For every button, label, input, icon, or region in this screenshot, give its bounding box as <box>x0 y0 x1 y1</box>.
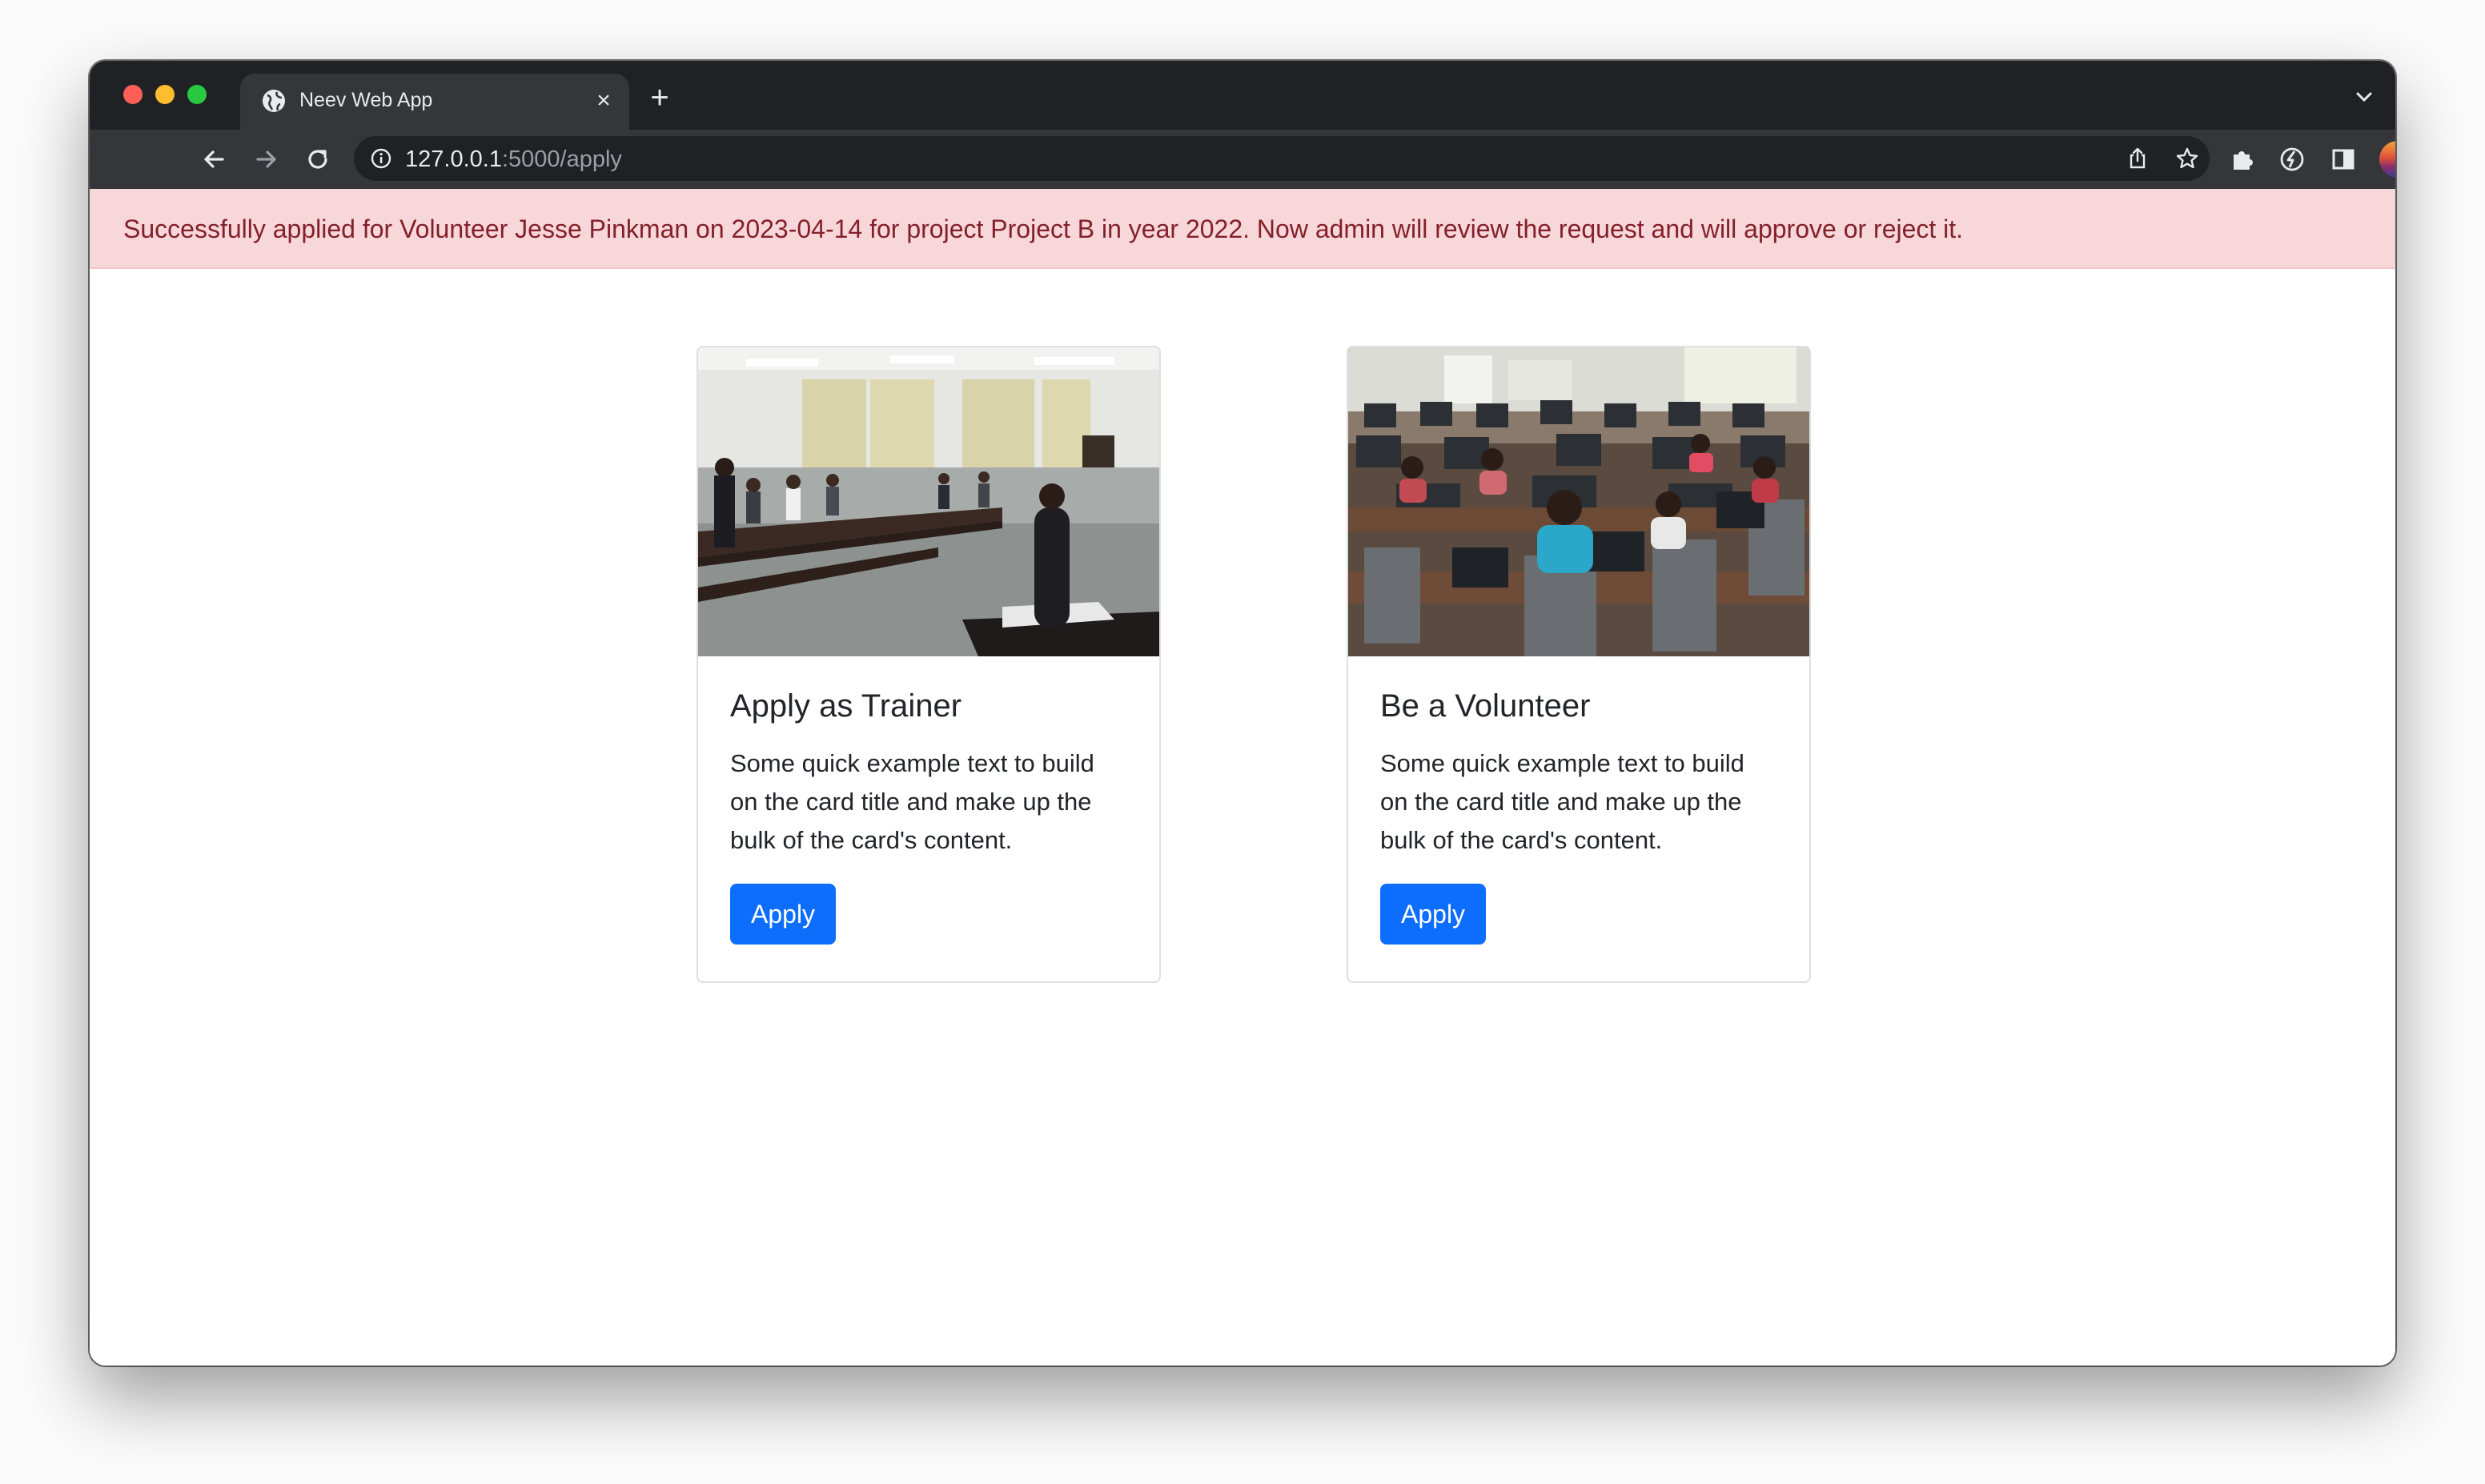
star-icon[interactable] <box>2174 146 2200 171</box>
trainer-card-title: Apply as Trainer <box>730 688 962 724</box>
info-icon[interactable] <box>370 147 392 170</box>
success-alert: Successfully applied for Volunteer Jesse… <box>90 189 2395 269</box>
puzzle-icon[interactable] <box>2227 144 2258 174</box>
volunteer-card: Be a Volunteer Some quick example text t… <box>1347 346 1811 983</box>
trainer-card-text: Some quick example text to build on the … <box>730 749 1094 854</box>
volunteer-card-image <box>1348 347 1809 656</box>
minimize-window-button[interactable] <box>155 85 175 104</box>
trainer-card-body: Apply as Trainer Some quick example text… <box>730 671 1127 945</box>
close-window-button[interactable] <box>123 85 143 104</box>
apply-volunteer-button[interactable]: Apply <box>1380 884 1487 945</box>
tab-neev-web-app[interactable]: Neev Web App × <box>240 74 629 130</box>
volunteer-card-body: Be a Volunteer Some quick example text t… <box>1380 671 1777 945</box>
arrow-left-icon[interactable] <box>199 144 229 174</box>
trainer-card-image <box>698 347 1159 656</box>
trainer-card: Apply as Trainer Some quick example text… <box>697 346 1161 983</box>
volunteer-card-title: Be a Volunteer <box>1380 688 1591 724</box>
volunteer-card-text: Some quick example text to build on the … <box>1380 749 1744 854</box>
url-path: :5000/apply <box>501 146 622 172</box>
page-content: Successfully applied for Volunteer Jesse… <box>90 189 2395 1366</box>
url-text: 127.0.0.1:5000/apply <box>405 146 622 173</box>
profile-avatar[interactable] <box>2379 141 2395 178</box>
close-tab-icon[interactable]: × <box>589 86 618 115</box>
apply-trainer-button[interactable]: Apply <box>730 884 837 945</box>
new-tab-button[interactable]: + <box>644 82 676 114</box>
globe-icon <box>263 90 285 112</box>
browser-toolbar: 127.0.0.1:5000/apply <box>90 130 2395 189</box>
url-host: 127.0.0.1 <box>405 146 502 172</box>
reload-icon[interactable] <box>303 144 333 174</box>
arrow-right-icon[interactable] <box>251 144 282 174</box>
share-icon[interactable] <box>2125 146 2150 171</box>
tab-title: Neev Web App <box>299 89 433 111</box>
extension-app-icon[interactable] <box>2277 144 2307 174</box>
chevron-down-icon[interactable] <box>2352 85 2376 109</box>
desktop-background: Neev Web App × + 127.0.0.1:5000/apply Su… <box>0 0 2485 1484</box>
maximize-window-button[interactable] <box>187 85 207 104</box>
address-bar[interactable]: 127.0.0.1:5000/apply <box>354 136 2210 181</box>
side-panel-icon[interactable] <box>2328 144 2359 174</box>
browser-window: Neev Web App × + 127.0.0.1:5000/apply Su… <box>90 61 2395 1366</box>
tab-strip: Neev Web App × + <box>90 61 2395 130</box>
